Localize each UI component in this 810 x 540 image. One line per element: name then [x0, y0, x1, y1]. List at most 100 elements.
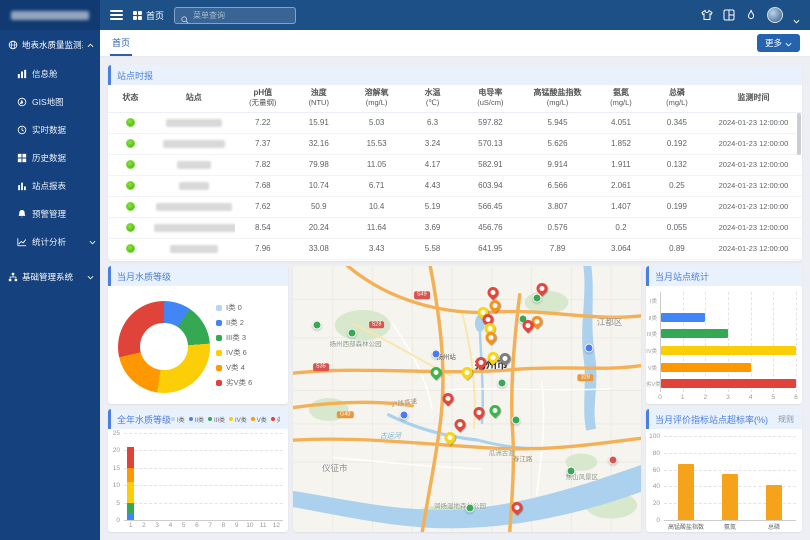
- legend-item[interactable]: IV类: [229, 415, 247, 424]
- map-poi-marker[interactable]: [609, 456, 618, 465]
- x-tick-label: 1: [679, 394, 687, 401]
- map-poi-marker[interactable]: [466, 504, 475, 513]
- rules-link[interactable]: 规则: [778, 414, 794, 425]
- table-scrollbar[interactable]: [797, 113, 801, 155]
- sidebar-item-alert-management[interactable]: 预警管理: [0, 200, 100, 228]
- map-poi-marker[interactable]: [431, 349, 440, 358]
- station-pin-red[interactable]: [471, 404, 487, 420]
- menu-search[interactable]: [174, 7, 296, 24]
- legend-item[interactable]: I类 0: [216, 302, 252, 313]
- legend-item[interactable]: II类 2: [216, 317, 252, 328]
- station-pin-yellow[interactable]: [442, 430, 458, 446]
- search-input[interactable]: [193, 11, 289, 20]
- map-poi-marker[interactable]: [400, 410, 409, 419]
- legend-item[interactable]: III类 3: [216, 332, 252, 343]
- bar-chart-icon: [17, 181, 27, 191]
- sidebar-item-gis-map[interactable]: GIS地图: [0, 88, 100, 116]
- table-row[interactable]: 7.6810.746.714.43603.946.5662.0610.25202…: [108, 175, 802, 196]
- chevron-down-icon[interactable]: [793, 12, 800, 19]
- map-poi-marker[interactable]: [348, 328, 357, 337]
- y-tick-label: 5: [108, 500, 120, 507]
- table-row[interactable]: 7.9633.083.435.58641.957.893.0640.892024…: [108, 238, 802, 259]
- legend-label: IV类 6: [226, 347, 247, 358]
- x-tick-label: 5: [769, 394, 777, 401]
- map-poi-marker[interactable]: [497, 379, 506, 388]
- value-cell: 2.061: [593, 175, 649, 196]
- sidebar-item-site-report[interactable]: 站点报表: [0, 172, 100, 200]
- site-name-redacted: [154, 224, 235, 232]
- sidebar-item-info-cabin[interactable]: 信息舱: [0, 60, 100, 88]
- station-pin-red[interactable]: [485, 285, 501, 301]
- value-cell: 7.89: [522, 238, 593, 259]
- station-pin-green[interactable]: [487, 403, 503, 419]
- value-cell: 603.94: [459, 175, 522, 196]
- value-cell: 15.53: [347, 133, 407, 154]
- site-cell: [153, 133, 235, 154]
- more-button[interactable]: 更多: [757, 34, 800, 52]
- table-row[interactable]: 7.2215.915.036.3597.825.9454.0510.345202…: [108, 112, 802, 133]
- y-axis-line: [660, 292, 661, 392]
- road-shield: 328: [578, 374, 593, 382]
- gridline: [751, 292, 752, 392]
- station-pin-green[interactable]: [428, 364, 444, 380]
- site-cell: [153, 196, 235, 217]
- station-pin-gray[interactable]: [497, 351, 513, 367]
- breadcrumb[interactable]: 首页: [133, 9, 164, 22]
- legend-item[interactable]: I类: [171, 415, 185, 424]
- station-pin-yellow[interactable]: [459, 364, 475, 380]
- station-pin-orange[interactable]: [487, 298, 503, 314]
- value-cell: 0.2: [593, 217, 649, 238]
- avatar[interactable]: [767, 7, 783, 23]
- legend-label: II类 2: [226, 317, 244, 328]
- layout-icon[interactable]: [723, 9, 735, 21]
- value-cell: 11.64: [347, 217, 407, 238]
- station-pin-red[interactable]: [510, 500, 526, 516]
- x-tick-label: 4: [747, 394, 755, 401]
- shirt-icon[interactable]: [701, 9, 713, 21]
- legend-item[interactable]: IV类 6: [216, 347, 252, 358]
- legend-item[interactable]: III类: [208, 415, 225, 424]
- sidebar-item-statistics[interactable]: 统计分析: [0, 228, 100, 256]
- legend-item[interactable]: 劣V类 6: [216, 377, 252, 388]
- hamburger-icon[interactable]: [110, 10, 123, 20]
- sidebar-group-base-system[interactable]: 基础管理系统: [0, 262, 100, 292]
- value-cell: 7.68: [235, 175, 291, 196]
- table-row[interactable]: 8.5420.2411.643.69456.760.5760.20.055202…: [108, 217, 802, 238]
- legend-item[interactable]: II类: [189, 415, 204, 424]
- map-poi-marker[interactable]: [313, 320, 322, 329]
- status-cell: [108, 133, 153, 154]
- station-pin-red[interactable]: [440, 391, 456, 407]
- sidebar-item-history-data[interactable]: 历史数据: [0, 144, 100, 172]
- station-pin-red[interactable]: [452, 416, 468, 432]
- value-cell: 6.566: [522, 175, 593, 196]
- panel-title: 全年水质等级: [117, 413, 171, 426]
- status-cell: [108, 154, 153, 175]
- status-cell: [108, 238, 153, 259]
- value-cell: 1.911: [593, 154, 649, 175]
- map-poi-marker[interactable]: [567, 466, 576, 475]
- value-cell: 641.95: [459, 238, 522, 259]
- legend-item[interactable]: V类: [251, 415, 267, 424]
- water-quality-table: 状态站点pH值(无量纲)浊度(NTU)溶解氧(mg/L)水温(℃)电导率(uS/…: [108, 85, 802, 260]
- globe-icon: [8, 40, 18, 50]
- sidebar-item-realtime-data[interactable]: 实时数据: [0, 116, 100, 144]
- table-row[interactable]: 7.8279.9811.054.17582.919.9141.9110.1322…: [108, 154, 802, 175]
- flame-icon[interactable]: [745, 9, 757, 21]
- sidebar-group-water-system[interactable]: 地表水质量监测系统: [0, 30, 100, 60]
- table-row[interactable]: 7.6250.910.45.19566.453.8071.4070.199202…: [108, 196, 802, 217]
- map-panel[interactable]: 扬州市江都区仪征市古运河扬州西部森林公园扬州站润扬湿地森林公园焦山风景区瓜洲古渡…: [293, 266, 641, 532]
- site-name-redacted: [179, 182, 209, 190]
- table-row[interactable]: 7.3732.1615.533.24570.135.6261.8520.1922…: [108, 133, 802, 154]
- legend-label: V类 4: [226, 362, 245, 373]
- legend-item[interactable]: 劣V类: [271, 415, 280, 424]
- time-cell: 2024-01-23 12:00:00: [705, 238, 802, 259]
- sidebar-group-label: 基础管理系统: [22, 271, 83, 283]
- map-poi-marker[interactable]: [511, 416, 520, 425]
- x-tick-label: 4: [164, 522, 176, 529]
- exceed-rate-panel: 当月评价指标站点超标率(%) 规则 020406080100高锰酸盐指数氨氮总磷: [646, 409, 802, 532]
- legend-item[interactable]: V类 4: [216, 362, 252, 373]
- tab-home[interactable]: 首页: [110, 30, 132, 56]
- map-poi-marker[interactable]: [584, 344, 593, 353]
- station-pin-yellow[interactable]: [485, 350, 501, 366]
- status-dot: [126, 118, 135, 127]
